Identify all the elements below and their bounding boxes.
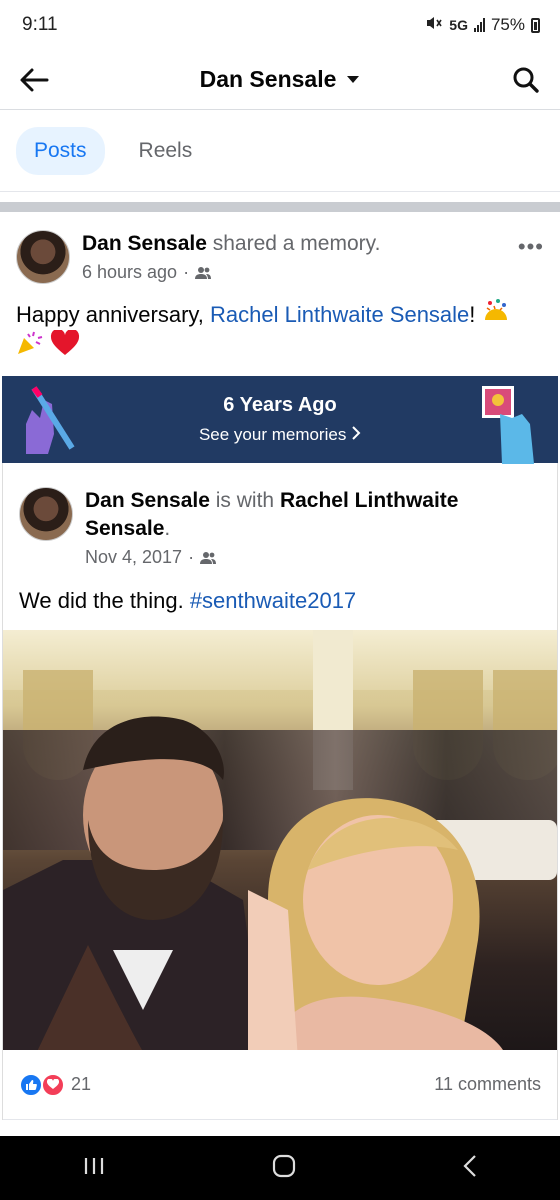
home-icon	[272, 1154, 296, 1177]
network-label: 5G	[449, 17, 468, 33]
shared-memory-post[interactable]: Dan Sensale is with Rachel Linthwaite Se…	[2, 463, 558, 1120]
back-button[interactable]	[18, 64, 50, 96]
hand-with-pen-icon	[26, 386, 75, 454]
hashtag-link[interactable]: #senthwaite2017	[190, 588, 356, 613]
photo-woman-figure	[248, 798, 503, 1050]
love-reaction-icon	[41, 1072, 65, 1097]
comments-count[interactable]: 11 comments	[434, 1074, 541, 1095]
profile-name-dropdown[interactable]: Dan Sensale	[200, 66, 361, 93]
mute-icon	[425, 15, 443, 36]
red-heart-emoji-icon	[50, 328, 80, 361]
memory-title: 6 Years Ago	[223, 394, 337, 416]
post-author-line: Dan Sensale shared a memory.	[82, 230, 380, 258]
system-nav-bar	[0, 1136, 560, 1200]
shared-author-line: Dan Sensale is with Rachel Linthwaite Se…	[85, 487, 458, 543]
post-time[interactable]: 6 hours ago	[82, 262, 177, 283]
friends-audience-icon[interactable]	[200, 551, 217, 565]
home-button[interactable]	[271, 1153, 297, 1184]
friends-audience-icon[interactable]	[195, 266, 212, 280]
battery-icon	[531, 17, 540, 33]
profile-tabs: Posts Reels	[0, 110, 560, 192]
shared-author[interactable]: Dan Sensale	[85, 489, 210, 512]
caret-down-icon	[347, 76, 360, 83]
meta-dot: ·	[183, 262, 190, 282]
like-reaction-icon	[19, 1072, 43, 1097]
wedding-photo[interactable]	[3, 630, 557, 1050]
shared-post-header: Dan Sensale is with Rachel Linthwaite Se…	[3, 463, 557, 568]
hand-with-photo-icon	[482, 386, 534, 464]
status-icons: 5G 75%	[425, 15, 540, 36]
reaction-count: 21	[71, 1074, 92, 1094]
tab-posts[interactable]: Posts	[16, 126, 105, 175]
signal-icon	[473, 18, 485, 32]
recent-apps-icon	[85, 1157, 104, 1174]
post-meta: 6 hours ago ·	[82, 262, 380, 283]
see-memories-link[interactable]: See your memories	[199, 425, 361, 445]
reaction-summary[interactable]: 21	[19, 1072, 92, 1097]
recent-apps-button[interactable]	[82, 1156, 106, 1181]
shared-date[interactable]: Nov 4, 2017	[85, 547, 182, 568]
memories-banner[interactable]: 6 Years Ago See your memories	[2, 376, 558, 464]
shared-post-text: We did the thing. #senthwaite2017	[3, 568, 557, 616]
memory-post: Dan Sensale shared a memory. 6 hours ago…	[0, 212, 560, 1120]
meta-dot: ·	[188, 547, 195, 567]
tagged-person-line1[interactable]: Rachel Linthwaite	[280, 489, 459, 512]
post-header: Dan Sensale shared a memory. 6 hours ago…	[0, 212, 560, 284]
tagged-person-line2[interactable]: Sensale	[85, 517, 164, 540]
chevron-right-icon	[352, 426, 361, 440]
section-divider	[0, 192, 560, 212]
post-text-suffix: !	[469, 302, 476, 327]
post-text: Happy anniversary, Rachel Linthwaite Sen…	[0, 284, 560, 364]
back-arrow-icon	[20, 68, 49, 91]
confetti-ball-emoji-icon	[482, 299, 510, 327]
shared-meta: Nov 4, 2017 ·	[85, 547, 458, 568]
with-text: is with	[215, 489, 275, 512]
battery-percent: 75%	[490, 15, 525, 34]
shared-text: We did the thing.	[19, 588, 190, 613]
search-icon	[513, 67, 539, 93]
chevron-left-icon	[463, 1154, 476, 1177]
more-options-icon[interactable]: •••	[518, 234, 544, 260]
avatar[interactable]	[16, 230, 70, 284]
post-author[interactable]: Dan Sensale	[82, 232, 207, 255]
system-back-button[interactable]	[462, 1154, 478, 1183]
tab-reels[interactable]: Reels	[121, 127, 211, 175]
post-action: shared a memory.	[212, 232, 381, 255]
page-title: Dan Sensale	[199, 66, 337, 92]
status-bar: 9:11 5G 75%	[0, 0, 560, 50]
status-time: 9:11	[22, 14, 58, 35]
post-text-prefix: Happy anniversary,	[16, 302, 211, 327]
period: .	[164, 517, 171, 540]
avatar[interactable]	[19, 487, 73, 541]
party-popper-emoji-icon	[16, 331, 50, 361]
top-nav: Dan Sensale	[0, 50, 560, 110]
memory-subtitle: See your memories	[198, 425, 347, 444]
mention-link[interactable]: Rachel Linthwaite Sensale	[210, 302, 469, 327]
reactions-bar: 21 11 comments	[3, 1050, 557, 1120]
search-button[interactable]	[510, 64, 542, 96]
